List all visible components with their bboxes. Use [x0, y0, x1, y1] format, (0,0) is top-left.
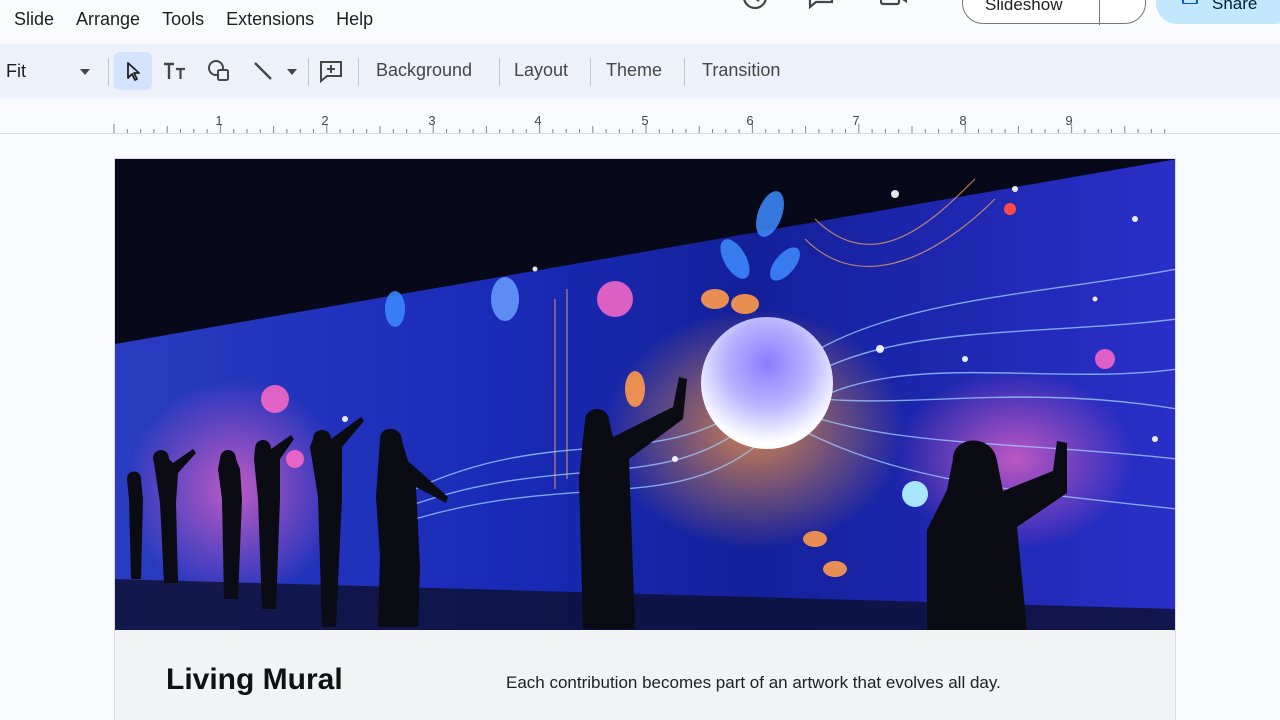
toolbar-divider — [308, 58, 309, 86]
ruler-number: 4 — [534, 113, 542, 128]
menu-help[interactable]: Help — [336, 8, 373, 30]
ruler-number: 8 — [959, 113, 967, 128]
menu-arrange[interactable]: Arrange — [76, 8, 140, 30]
toolbar-divider — [590, 58, 591, 86]
slide-title[interactable]: Living Mural — [166, 663, 343, 697]
lock-icon — [1182, 0, 1198, 4]
slide-caption[interactable]: Each contribution becomes part of an art… — [506, 673, 1001, 693]
shapes-icon — [208, 60, 229, 81]
ruler-number: 7 — [852, 113, 860, 128]
share-label: Share — [1212, 0, 1258, 13]
line-button[interactable] — [244, 52, 282, 90]
menu-slide[interactable]: Slide — [14, 8, 54, 30]
toolbar-divider — [684, 58, 685, 86]
toolbar-divider — [108, 58, 109, 86]
ruler-number: 6 — [746, 113, 754, 128]
slide[interactable]: Living Mural Each contribution becomes p… — [114, 158, 1176, 720]
horizontal-ruler: 1 2 3 4 5 6 7 8 9 — [0, 102, 1280, 134]
history-icon[interactable] — [742, 0, 768, 14]
text-box-button[interactable] — [156, 52, 194, 90]
new-comment-button[interactable] — [312, 52, 350, 90]
theme-button[interactable]: Theme — [606, 60, 662, 81]
ruler-number: 9 — [1065, 113, 1073, 128]
line-icon — [254, 62, 272, 80]
layout-button[interactable]: Layout — [514, 60, 568, 81]
menu-tools[interactable]: Tools — [162, 8, 204, 30]
transition-button[interactable]: Transition — [702, 60, 780, 81]
meet-icon[interactable] — [880, 0, 924, 14]
share-button[interactable]: Share — [1156, 0, 1280, 24]
zoom-select[interactable]: Fit — [6, 61, 26, 82]
zoom-caret-icon[interactable] — [79, 68, 91, 76]
toolbar-divider — [499, 58, 500, 86]
ruler-ticks — [113, 124, 1166, 133]
chevron-down-icon[interactable] — [1117, 0, 1131, 1]
ruler-number: 2 — [321, 113, 329, 128]
slideshow-divider — [1099, 0, 1100, 25]
mural-photo[interactable] — [115, 159, 1176, 630]
toolbar: Fit Background Layout Theme Transition — [0, 44, 1280, 98]
line-caret-icon[interactable] — [286, 68, 298, 76]
ruler-number: 3 — [428, 113, 436, 128]
select-icon — [127, 62, 140, 81]
ruler-number: 5 — [641, 113, 649, 128]
text-box-icon — [164, 62, 185, 79]
menu-bar: Slide Arrange Tools Extensions Help — [14, 8, 395, 30]
toolbar-divider — [358, 58, 359, 86]
new-comment-icon — [320, 61, 342, 83]
shapes-button[interactable] — [200, 52, 238, 90]
top-bar: Slide Arrange Tools Extensions Help Slid… — [0, 0, 1280, 40]
menu-extensions[interactable]: Extensions — [226, 8, 314, 30]
slideshow-button[interactable]: Slideshow — [962, 0, 1146, 25]
ruler-number: 1 — [215, 113, 223, 128]
comment-icon[interactable] — [808, 0, 834, 14]
slideshow-label: Slideshow — [985, 0, 1063, 14]
background-button[interactable]: Background — [376, 60, 472, 81]
select-tool-button[interactable] — [114, 52, 152, 90]
